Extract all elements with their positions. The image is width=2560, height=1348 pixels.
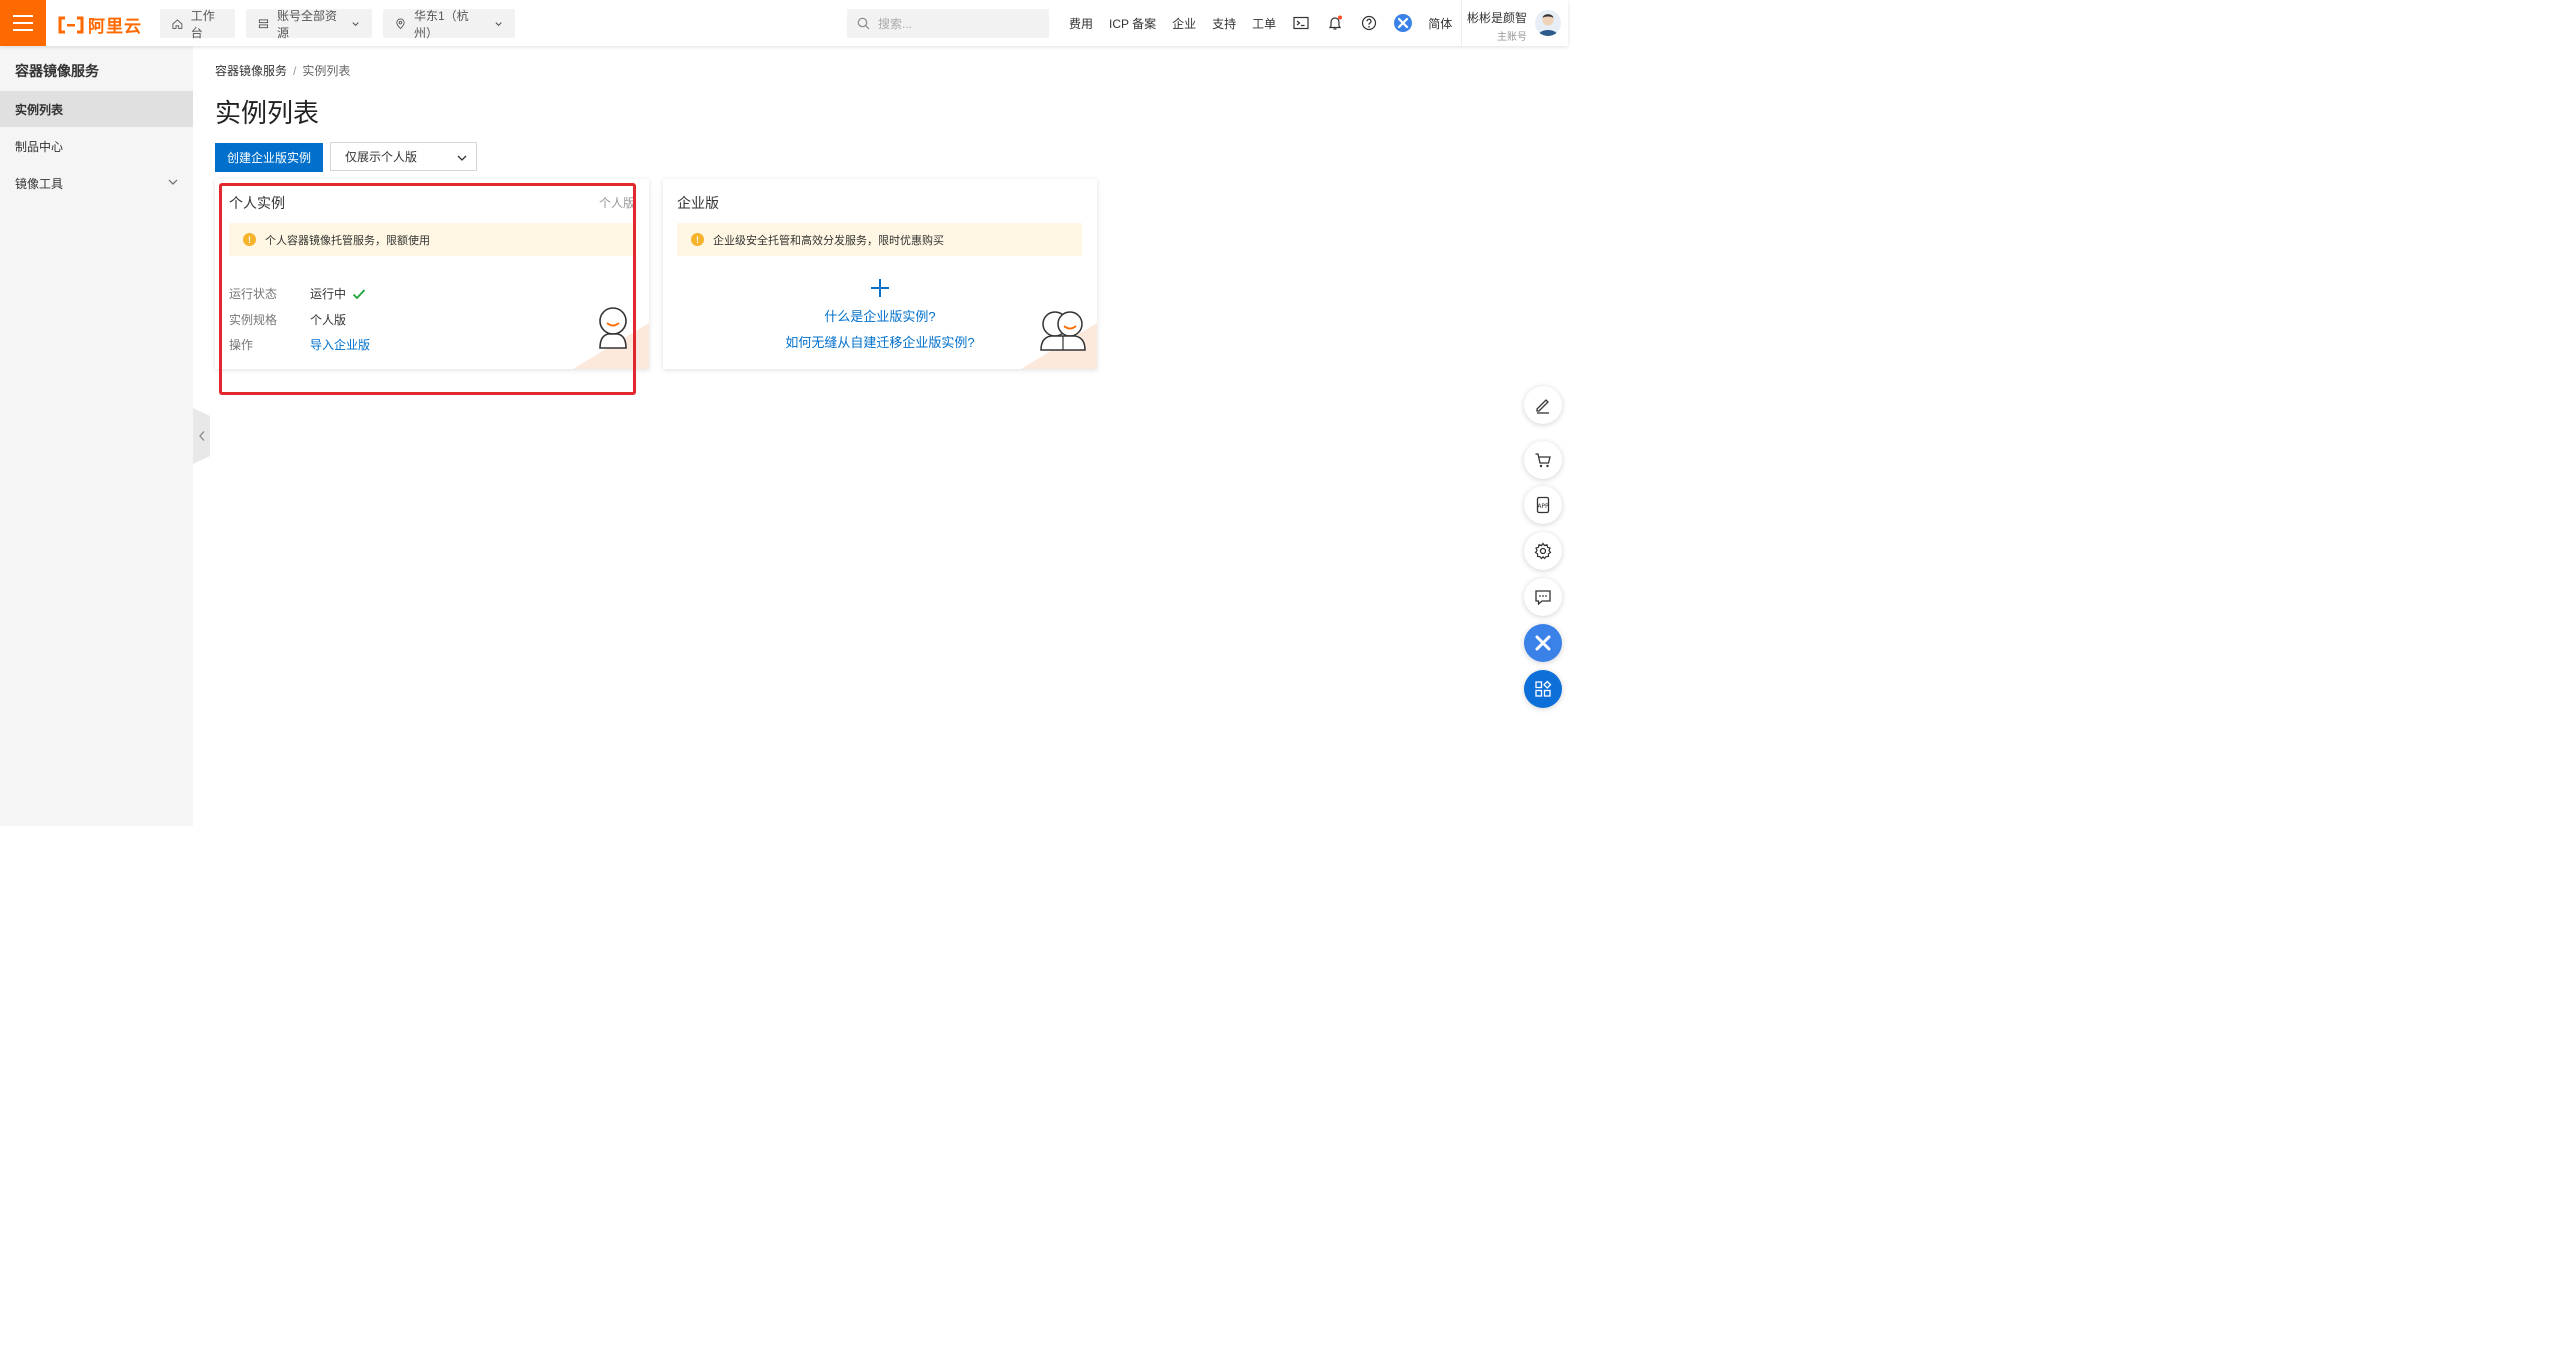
top-links: 费用 ICP 备案 企业 支持 工单 简体	[1069, 0, 1452, 46]
region-label: 华东1（杭州）	[413, 8, 469, 40]
link-icp[interactable]: ICP 备案	[1109, 15, 1156, 32]
status-label: 运行状态	[229, 287, 278, 301]
breadcrumb: 容器镜像服务 / 实例列表	[215, 62, 350, 79]
edition-filter-value: 仅展示个人版	[345, 150, 418, 164]
more-tools-button[interactable]	[1524, 670, 1562, 708]
search-icon	[857, 17, 870, 30]
chevron-down-icon	[495, 21, 502, 26]
global-search-input[interactable]: 搜索...	[847, 9, 1049, 38]
cart-icon	[1535, 453, 1551, 468]
enterprise-edition-card[interactable]: 企业版 ! 企业级安全托管和高效分发服务，限时优惠购买 什么是企业版实例? 如何…	[663, 179, 1097, 369]
app-download-button[interactable]: APP	[1524, 486, 1562, 524]
chat-button[interactable]	[1524, 578, 1562, 616]
terminal-icon	[1293, 16, 1309, 30]
status-value-row: 运行中	[310, 285, 366, 302]
notice-banner: ! 个人容器镜像托管服务，限额使用	[229, 223, 634, 256]
warning-icon: !	[243, 233, 256, 246]
spec-label: 实例规格	[229, 313, 278, 327]
aliyun-logo-icon	[58, 16, 84, 33]
workbench-button[interactable]: 工作台	[160, 8, 235, 40]
account-type: 主账号	[1497, 32, 1527, 43]
help-button[interactable]	[1360, 14, 1378, 32]
chat-icon	[1535, 590, 1551, 606]
bell-icon	[1329, 15, 1343, 30]
chevron-down-icon	[352, 21, 359, 26]
card-title: 企业版	[677, 195, 719, 211]
single-user-illustration	[599, 307, 627, 349]
chevron-left-icon	[198, 431, 204, 441]
notice-banner: ! 企业级安全托管和高效分发服务，限时优惠购买	[677, 223, 1082, 256]
grid-icon	[1535, 680, 1552, 697]
plus-icon[interactable]	[868, 276, 892, 300]
sidebar-item-instance-list[interactable]: 实例列表	[0, 91, 193, 127]
cloud-shell-button[interactable]	[1292, 14, 1310, 32]
logo-text: 阿里云	[88, 17, 142, 36]
menu-button[interactable]	[0, 0, 46, 46]
check-icon	[352, 288, 366, 299]
chevron-down-icon	[457, 155, 467, 161]
chevron-down-icon	[168, 179, 178, 185]
resource-group-label: 账号全部资源	[276, 8, 337, 40]
help-icon	[1362, 15, 1377, 31]
notification-button[interactable]	[1326, 14, 1344, 32]
settings-button[interactable]	[1524, 532, 1562, 570]
workbench-label: 工作台	[190, 8, 215, 40]
sidebar-title: 容器镜像服务	[15, 63, 99, 79]
notice-text: 企业级安全托管和高效分发服务，限时优惠购买	[713, 234, 944, 247]
warning-icon: !	[691, 233, 704, 246]
sidebar-item-artifact-center[interactable]: 制品中心	[0, 128, 193, 164]
edition-tag: 个人版	[598, 196, 635, 210]
top-navigation-bar: 阿里云 工作台 账号全部资源 华东1（杭州） 搜索... 费用 ICP 备案 企…	[0, 0, 1568, 46]
hamburger-icon	[13, 15, 33, 31]
resource-group-select[interactable]: 账号全部资源	[246, 8, 372, 40]
create-enterprise-instance-button[interactable]: 创建企业版实例	[215, 143, 323, 172]
sidebar-collapse-handle[interactable]	[193, 408, 210, 464]
sidebar-item-label: 制品中心	[15, 139, 64, 154]
what-is-enterprise-link[interactable]: 什么是企业版实例?	[663, 306, 1097, 325]
aliyun-logo[interactable]: 阿里云	[58, 12, 142, 37]
sidebar-item-label: 镜像工具	[15, 176, 64, 191]
ai-assistant-button[interactable]	[1394, 14, 1413, 32]
breadcrumb-parent[interactable]: 容器镜像服务	[215, 64, 287, 78]
import-enterprise-link[interactable]: 导入企业版	[310, 336, 370, 353]
edition-filter-select[interactable]: 仅展示个人版	[330, 142, 477, 171]
link-billing[interactable]: 费用	[1069, 15, 1093, 32]
svg-text:APP: APP	[1537, 503, 1549, 510]
migrate-enterprise-link[interactable]: 如何无缝从自建迁移企业版实例?	[663, 332, 1097, 351]
search-placeholder: 搜索...	[878, 17, 913, 31]
action-label: 操作	[229, 338, 254, 352]
gear-icon	[1534, 542, 1552, 560]
sidebar-item-image-tools[interactable]: 镜像工具	[0, 165, 193, 201]
link-enterprise[interactable]: 企业	[1172, 15, 1196, 32]
avatar-icon	[1538, 14, 1558, 36]
user-name: 彬彬是颜智	[1466, 11, 1527, 25]
card-title: 个人实例	[229, 195, 285, 211]
page-title: 实例列表	[215, 98, 320, 128]
ai-assistant-icon	[1394, 14, 1413, 32]
link-support[interactable]: 支持	[1212, 15, 1236, 32]
breadcrumb-separator: /	[293, 64, 297, 78]
cart-button[interactable]	[1524, 441, 1562, 479]
notice-text: 个人容器镜像托管服务，限额使用	[265, 234, 430, 247]
home-icon	[172, 18, 183, 29]
edit-icon	[1536, 399, 1549, 414]
sidebar-item-label: 实例列表	[15, 102, 64, 117]
region-select[interactable]: 华东1（杭州）	[383, 8, 515, 40]
ai-assistant-icon	[1535, 635, 1551, 651]
link-ticket[interactable]: 工单	[1252, 15, 1276, 32]
avatar[interactable]	[1535, 10, 1561, 36]
breadcrumb-current: 实例列表	[302, 64, 351, 78]
ai-assistant-float-button[interactable]	[1524, 624, 1562, 662]
personal-instance-card[interactable]: 个人实例 个人版 ! 个人容器镜像托管服务，限额使用 运行状态 运行中 实例规格…	[215, 179, 649, 369]
multi-user-illustration	[1040, 311, 1086, 351]
sidebar: 容器镜像服务 实例列表 制品中心 镜像工具	[0, 46, 193, 826]
app-icon: APP	[1536, 496, 1550, 514]
status-value: 运行中	[310, 287, 347, 301]
language-switch[interactable]: 简体	[1428, 15, 1452, 32]
spec-value: 个人版	[310, 313, 347, 327]
user-menu[interactable]: 彬彬是颜智 主账号	[1461, 0, 1569, 46]
feedback-button[interactable]	[1524, 386, 1562, 424]
resource-icon	[258, 18, 269, 28]
location-icon	[396, 18, 405, 29]
